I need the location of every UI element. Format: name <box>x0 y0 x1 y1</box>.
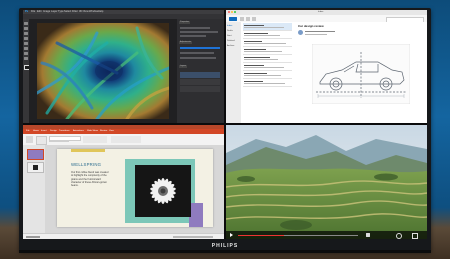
list-item[interactable] <box>243 31 292 39</box>
ps-slider[interactable] <box>180 52 214 54</box>
outlook-window-title: Inbox <box>318 11 324 14</box>
ps-property-row <box>180 31 218 33</box>
paste-icon[interactable] <box>26 136 33 143</box>
list-item[interactable] <box>243 71 292 79</box>
folder-inbox[interactable]: Inbox <box>227 25 232 27</box>
type-tool-icon[interactable] <box>24 52 28 55</box>
video-player-window[interactable] <box>226 125 427 239</box>
ppt-slide-thumbnails[interactable] <box>23 145 45 233</box>
folder-deleted[interactable]: Deleted <box>227 40 235 42</box>
slide-purple-block <box>189 203 203 227</box>
tab-view[interactable]: View <box>109 130 114 132</box>
list-item[interactable] <box>243 79 292 87</box>
car-blueprint-image <box>312 44 410 104</box>
drawing-group[interactable] <box>111 136 141 143</box>
slide-thumbnail[interactable] <box>27 149 44 160</box>
slide-title[interactable]: WELLSPRING <box>71 162 101 167</box>
ps-canvas-area[interactable] <box>29 19 177 123</box>
outlook-window[interactable]: Inbox Inbox Drafts Sent Deleted Archive <box>226 10 427 123</box>
ps-property-row <box>180 35 206 37</box>
format-buttons[interactable] <box>49 140 69 142</box>
delete-icon[interactable] <box>240 16 244 21</box>
monitor-bottom-edge <box>19 250 431 253</box>
outlook-reading-pane[interactable]: Car design review <box>294 22 427 123</box>
ps-slider[interactable] <box>180 57 216 59</box>
slide-accent-bar <box>71 149 105 152</box>
list-item[interactable] <box>243 63 292 71</box>
crop-tool-icon[interactable] <box>24 37 28 40</box>
outlook-folder-pane[interactable]: Inbox Drafts Sent Deleted Archive <box>226 22 241 123</box>
tab-design[interactable]: Design <box>50 130 57 132</box>
slide-body-text[interactable]: Our first coffee blend was created to hi… <box>71 171 109 187</box>
close-icon[interactable] <box>228 11 230 14</box>
tab-slide-show[interactable]: Slide Show <box>87 130 98 132</box>
new-mail-button[interactable] <box>229 16 237 21</box>
new-slide-button[interactable] <box>36 136 47 145</box>
maximize-icon[interactable] <box>234 11 236 14</box>
tab-transitions[interactable]: Transitions <box>59 130 70 132</box>
tab-file[interactable]: File <box>26 130 30 132</box>
folder-archive[interactable]: Archive <box>227 45 234 47</box>
tab-review[interactable]: Review <box>100 130 107 132</box>
ps-property-row <box>180 27 210 29</box>
move-tool-icon[interactable] <box>24 22 28 25</box>
ps-layer-row[interactable] <box>180 86 220 92</box>
folder-sent[interactable]: Sent <box>227 35 232 37</box>
forward-icon[interactable] <box>252 16 256 21</box>
ppt-status-bar <box>23 233 224 239</box>
folder-drafts[interactable]: Drafts <box>227 30 233 32</box>
zoom-slider[interactable] <box>173 235 213 238</box>
peacock-feather-image <box>37 23 169 119</box>
ps-layer-row[interactable] <box>180 72 220 78</box>
ppt-slide-stage[interactable]: WELLSPRING Our first coffee blend was cr… <box>45 145 224 233</box>
mail-subject: Car design review <box>298 24 324 28</box>
tab-insert[interactable]: Insert <box>41 130 46 132</box>
rice-terrace-video <box>226 125 427 239</box>
daisy-photo <box>135 165 191 217</box>
ps-tab-adjustments[interactable]: Adjustments <box>179 41 193 44</box>
play-icon[interactable] <box>230 233 233 237</box>
slide-canvas[interactable]: WELLSPRING Our first coffee blend was cr… <box>57 149 213 227</box>
brand-logo: PHILIPS <box>211 243 239 249</box>
avatar <box>298 30 303 35</box>
outlook-message-list[interactable] <box>241 22 295 123</box>
monitor-screen: Ps File Edit Image Layer Type Select Fil… <box>23 10 427 239</box>
list-item[interactable] <box>243 55 292 63</box>
fullscreen-icon[interactable] <box>412 233 418 239</box>
photoshop-window[interactable]: Ps File Edit Image Layer Type Select Fil… <box>23 10 224 123</box>
settings-icon[interactable] <box>396 233 402 239</box>
brush-tool-icon[interactable] <box>24 42 28 45</box>
minimize-icon[interactable] <box>231 11 233 14</box>
seek-progress <box>238 234 284 236</box>
reply-icon[interactable] <box>246 16 250 21</box>
marquee-tool-icon[interactable] <box>24 27 28 30</box>
eraser-tool-icon[interactable] <box>24 47 28 50</box>
ps-tab-properties[interactable]: Properties <box>179 21 191 24</box>
paragraph-group[interactable] <box>83 136 107 143</box>
lasso-tool-icon[interactable] <box>24 32 28 35</box>
ps-layer-row[interactable] <box>180 79 220 85</box>
video-controls[interactable] <box>226 231 427 239</box>
slide-thumbnail[interactable] <box>27 162 44 173</box>
tab-home[interactable]: Home <box>33 130 39 132</box>
zoom-tool-icon[interactable] <box>24 57 28 60</box>
volume-icon[interactable] <box>366 233 370 237</box>
list-item[interactable] <box>243 23 292 31</box>
powerpoint-window[interactable]: File Home Insert Design Transitions Anim… <box>23 125 224 239</box>
slide-counter <box>26 236 40 238</box>
tab-animations[interactable]: Animations <box>73 130 84 132</box>
ps-slider[interactable] <box>180 47 220 49</box>
ps-panel-dock[interactable]: Properties Adjustments Layers <box>177 19 224 123</box>
list-item[interactable] <box>243 39 292 47</box>
ps-tab-layers[interactable]: Layers <box>179 65 188 68</box>
list-item[interactable] <box>243 47 292 55</box>
